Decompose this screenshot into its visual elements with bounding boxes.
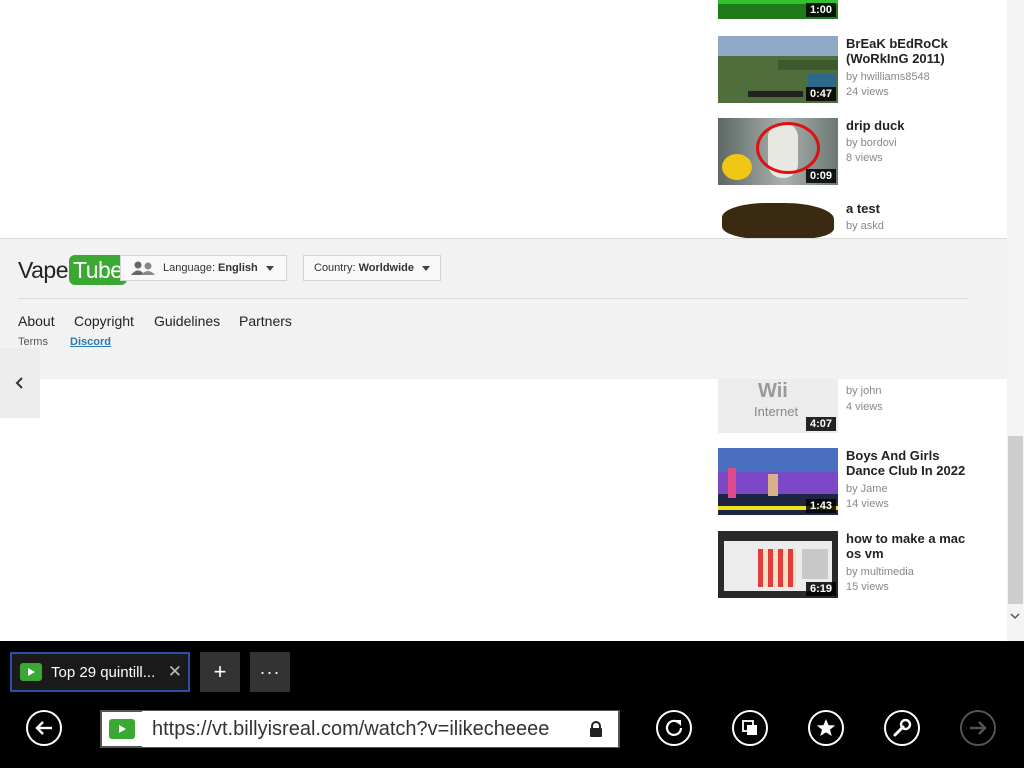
url-input[interactable] [142,711,618,747]
country-label: Country: [314,262,356,274]
refresh-icon [665,719,683,736]
chevron-down-icon [265,265,274,271]
browser-chrome: Top 29 quintill... ✕ + ··· [0,641,1024,768]
address-bar[interactable] [100,710,620,748]
video-thumbnail[interactable]: 0:47 [718,36,838,103]
refresh-button[interactable] [656,710,692,746]
video-title[interactable]: a test [846,201,976,216]
footer-link-about[interactable]: About [18,313,55,329]
forward-icon [970,721,987,735]
browser-tab[interactable]: Top 29 quintill... ✕ [10,652,190,692]
video-author: by Jame [846,483,888,495]
back-icon [35,721,52,735]
video-duration: 1:00 [805,3,836,17]
back-swipe-button[interactable] [0,348,40,418]
video-views: 4 views [846,401,883,413]
video-thumbnail[interactable]: 1:43 [718,448,838,515]
chevron-down-icon [422,265,430,271]
favorites-icon [816,719,836,736]
language-dropdown[interactable]: Language: English [120,255,287,281]
new-tab-button[interactable]: + [200,652,240,692]
tabs-icon [742,720,757,735]
related-video[interactable]: 0:47 BrEaK bEdRoCk (WoRkInG 2011) by hwi… [718,36,978,106]
scroll-down-icon[interactable] [1010,611,1020,621]
video-author: by john [846,385,882,397]
video-duration: 1:43 [805,499,836,513]
site-favicon [20,663,42,681]
video-thumbnail[interactable]: 6:19 [718,531,838,598]
video-views: 24 views [846,86,889,98]
tab-title: Top 29 quintill... [51,663,156,681]
footer-link-terms[interactable]: Terms [18,336,48,348]
address-favicon [102,712,142,746]
more-options-button[interactable]: ··· [250,652,290,692]
related-video[interactable]: 6:19 how to make a mac os vm by multimed… [718,531,978,601]
video-title[interactable]: BrEaK bEdRoCk (WoRkInG 2011) [846,36,976,66]
tabs-button[interactable] [732,710,768,746]
logo-text-tube: Tube [69,255,127,285]
thumbnail-text: Wii [758,380,788,402]
footer-link-partners[interactable]: Partners [239,313,292,329]
video-views: 14 views [846,498,889,510]
video-duration: 0:47 [805,87,836,101]
video-title[interactable]: drip duck [846,118,976,133]
video-views: 8 views [846,152,883,164]
site-footer: Vape Tube Language: English Country: Wor… [0,238,1007,379]
person-icon [131,261,155,275]
lock-icon [590,721,602,737]
video-author: by multimedia [846,566,914,578]
footer-link-discord[interactable]: Discord [70,336,111,348]
video-views: 15 views [846,581,889,593]
video-author: by bordovi [846,137,897,149]
video-author: by hwilliams8548 [846,71,930,83]
site-favicon [109,719,135,739]
favorites-button[interactable] [808,710,844,746]
language-label: Language: [163,262,215,274]
tools-button[interactable] [884,710,920,746]
tools-icon [893,718,912,737]
video-duration: 0:09 [805,169,836,183]
logo-text-vape: Vape [18,256,69,283]
video-thumbnail[interactable]: 0:09 [718,118,838,185]
video-duration: 4:07 [805,417,836,431]
video-title[interactable]: Boys And Girls Dance Club In 2022 [846,448,976,478]
forward-button[interactable] [960,710,996,746]
site-logo[interactable]: Vape Tube [18,253,127,287]
related-video[interactable]: 1:43 Boys And Girls Dance Club In 2022 b… [718,448,978,518]
country-dropdown[interactable]: Country: Worldwide [303,255,441,281]
footer-link-copyright[interactable]: Copyright [74,313,134,329]
chevron-left-icon [15,377,23,389]
video-thumbnail[interactable]: 1:00 [718,0,838,19]
footer-link-guidelines[interactable]: Guidelines [154,313,220,329]
video-title[interactable]: how to make a mac os vm [846,531,976,561]
close-tab-icon[interactable]: ✕ [168,662,182,682]
thumbnail-subtext: Internet [754,404,799,419]
language-value: English [218,262,258,274]
video-author: by askd [846,220,884,232]
back-button[interactable] [26,710,62,746]
page-content: 1:00 0:47 BrEaK bEdRoCk (WoRkInG 2011) b… [0,0,1024,641]
video-duration: 6:19 [805,582,836,596]
vertical-scrollbar[interactable] [1007,0,1024,641]
related-video[interactable]: 1:00 [718,0,978,22]
related-video[interactable]: 0:09 drip duck by bordovi 8 views [718,118,978,188]
country-value: Worldwide [358,262,414,274]
scrollbar-thumb[interactable] [1008,436,1023,604]
footer-divider [18,298,968,299]
